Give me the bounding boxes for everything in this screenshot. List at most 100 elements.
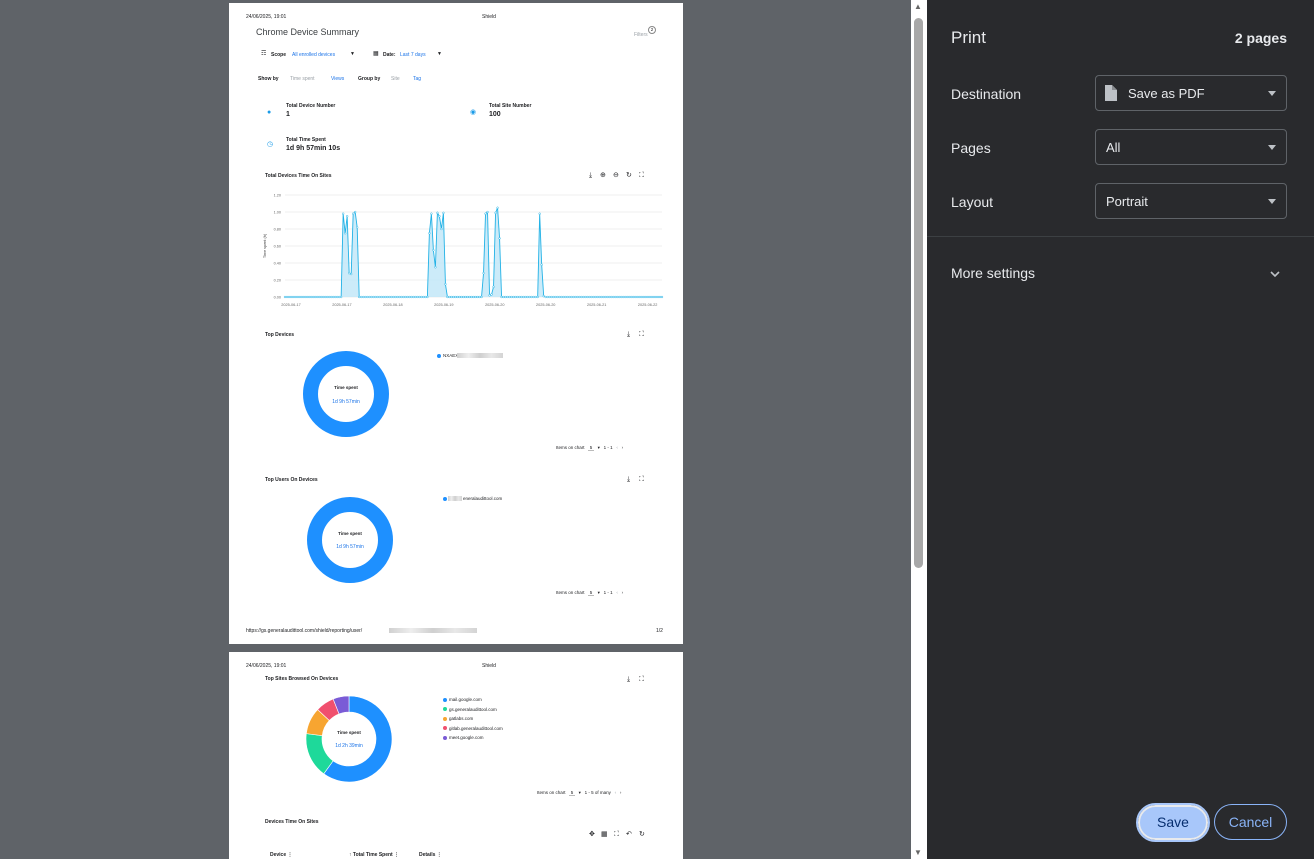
chart-total-time-title: Total Devices Time On Sites (265, 173, 332, 179)
legend-item: gatlabs.com (443, 716, 473, 721)
more-settings-toggle[interactable]: More settings (951, 265, 1035, 281)
refresh-icon[interactable]: ↻ (639, 831, 645, 838)
data-point (358, 295, 361, 299)
data-point (546, 295, 549, 299)
zoom-in-icon[interactable]: ⊕ (600, 172, 606, 179)
fullscreen-icon[interactable]: ⛶ (639, 331, 644, 338)
scroll-down-icon[interactable]: ▼ (914, 848, 922, 857)
move-icon[interactable]: ✥ (589, 831, 595, 838)
items-select[interactable]: 5 (587, 590, 595, 596)
chevron-left-icon[interactable]: ‹ (616, 445, 618, 450)
data-point (594, 295, 597, 299)
download-icon[interactable]: ⤓ (589, 172, 592, 179)
data-point (382, 295, 385, 299)
data-point (548, 295, 551, 299)
data-point (337, 295, 341, 299)
data-point (356, 226, 359, 229)
stat-device-label: Total Device Number (286, 103, 336, 109)
y-tick-label: 0.40 (274, 262, 281, 266)
data-point (536, 295, 539, 299)
layout-select[interactable]: Portrait (1095, 183, 1287, 219)
data-point (478, 295, 481, 299)
redacted-text (457, 353, 503, 358)
data-point (416, 295, 419, 299)
destination-value: Save as PDF (1128, 86, 1205, 101)
columns-icon[interactable]: ▦ (601, 831, 608, 838)
data-point (640, 295, 644, 299)
zoom-out-icon[interactable]: ⊖ (613, 172, 619, 179)
layout-label: Layout (951, 194, 994, 210)
data-point (628, 295, 632, 299)
data-point (432, 249, 435, 252)
fullscreen-icon[interactable]: ⛶ (614, 831, 619, 838)
donut-center-label: Time spent (338, 531, 362, 536)
stat-time-label: Total Time Spent (286, 137, 326, 143)
data-point (600, 295, 603, 299)
report-title: Chrome Device Summary (256, 27, 360, 37)
chevron-right-icon[interactable]: › (622, 445, 624, 450)
download-icon[interactable]: ⤓ (627, 476, 630, 483)
donut-center-label: Time spent (337, 730, 361, 735)
pages-select[interactable]: All (1095, 129, 1287, 165)
data-point (380, 295, 383, 299)
legend-swatch (437, 353, 441, 358)
scroll-thumb[interactable] (914, 18, 923, 568)
data-point (448, 295, 451, 299)
data-point (522, 295, 525, 299)
col-device: Device ⋮ (270, 852, 293, 858)
data-point (650, 295, 654, 299)
data-point (574, 295, 577, 299)
data-point (291, 295, 295, 299)
data-point (339, 295, 343, 299)
donut-center-value: 1d 9h 57min (332, 399, 360, 405)
data-point (402, 295, 405, 299)
data-point (283, 295, 287, 299)
data-point (554, 295, 557, 299)
data-point (602, 295, 605, 299)
legend-label: meet.google.com (449, 735, 484, 740)
data-point (586, 295, 589, 299)
data-point (311, 295, 315, 299)
data-point (329, 295, 333, 299)
download-icon[interactable]: ⤓ (627, 676, 630, 683)
legend-swatch (443, 726, 447, 731)
save-button[interactable]: Save (1136, 803, 1210, 842)
data-point (498, 237, 501, 240)
download-icon[interactable]: ⤓ (627, 331, 630, 338)
data-point (287, 295, 291, 299)
cancel-button[interactable]: Cancel (1214, 804, 1287, 840)
items-select[interactable]: 5 (587, 445, 595, 451)
fullscreen-icon[interactable]: ⛶ (639, 476, 644, 483)
data-point (444, 283, 447, 286)
chevron-left-icon[interactable]: ‹ (616, 590, 618, 595)
legend-swatch (443, 496, 447, 501)
data-point (648, 295, 652, 299)
data-point (315, 295, 319, 299)
destination-select[interactable]: Save as PDF (1095, 75, 1287, 111)
data-point (578, 295, 581, 299)
caret-down-icon: ▾ (597, 590, 600, 595)
data-point (372, 295, 375, 299)
undo-icon[interactable]: ↶ (626, 831, 632, 838)
chevron-right-icon[interactable]: › (620, 790, 622, 795)
data-point (303, 295, 307, 299)
items-select[interactable]: 5 (568, 790, 576, 796)
legend-swatch (443, 697, 447, 702)
reset-icon[interactable]: ↻ (626, 172, 632, 179)
chevron-right-icon[interactable]: › (622, 590, 624, 595)
chevron-down-icon[interactable] (1269, 268, 1281, 280)
data-point (458, 295, 461, 299)
legend-swatch (443, 716, 447, 721)
print-preview-area: 24/06/2025, 19:01 Shield Chrome Device S… (0, 0, 927, 859)
fullscreen-icon[interactable]: ⛶ (639, 172, 644, 179)
scroll-up-icon[interactable]: ▲ (914, 2, 922, 11)
chevron-left-icon[interactable]: ‹ (615, 790, 617, 795)
data-point (335, 295, 339, 299)
data-point (468, 295, 471, 299)
data-point (570, 295, 573, 299)
fullscreen-icon[interactable]: ⛶ (639, 676, 644, 683)
group-by-site: Site (391, 76, 400, 82)
stat-time-value: 1d 9h 57min 10s (286, 145, 341, 152)
x-tick-label: 2025-06-22 (638, 303, 657, 307)
data-point (438, 215, 441, 218)
